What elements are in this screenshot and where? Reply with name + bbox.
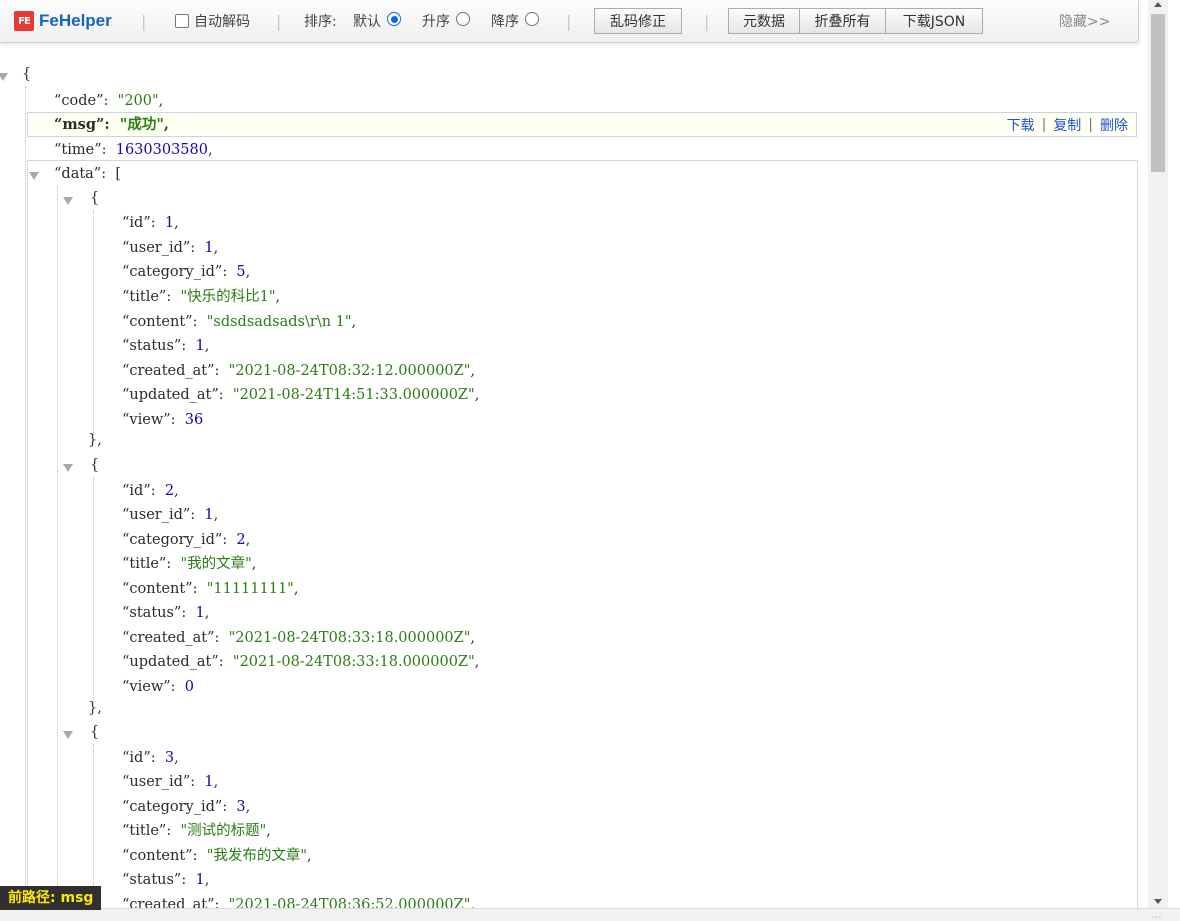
- json-row-status[interactable]: “status”: 1,: [122, 870, 209, 890]
- bottom-bar: ...: [0, 907, 1180, 921]
- toolbar-divider: |: [566, 11, 572, 31]
- json-row-updated-at[interactable]: “updated_at”: "2021-08-24T14:51:33.00000…: [122, 385, 479, 405]
- sort-desc-option[interactable]: 降序: [491, 0, 539, 42]
- fehelper-logo-icon: FE: [14, 11, 34, 31]
- json-row-title[interactable]: “title”: "我的文章",: [122, 554, 256, 574]
- row-copy-link[interactable]: 复制: [1053, 115, 1081, 135]
- scroll-up-arrow-icon[interactable]: [1148, 0, 1168, 10]
- sort-desc-label: 降序: [491, 14, 519, 30]
- sort-desc-radio[interactable]: [525, 12, 539, 26]
- json-row-id[interactable]: “id”: 1,: [122, 213, 179, 233]
- json-row-updated-at[interactable]: “updated_at”: "2021-08-24T08:33:18.00000…: [122, 652, 479, 672]
- json-viewer: 下载 | 复制 | 删除 { “code”: "200", “msg”: "成功…: [0, 0, 1146, 908]
- toolbar-divider: |: [141, 11, 147, 31]
- auto-decode-checkbox[interactable]: [175, 14, 189, 28]
- collapse-item-1-icon[interactable]: [63, 464, 73, 472]
- row-download-link[interactable]: 下载: [1007, 115, 1035, 135]
- json-row-title[interactable]: “title”: "测试的标题",: [122, 821, 271, 841]
- json-row-status[interactable]: “status”: 1,: [122, 603, 209, 623]
- sort-asc-radio[interactable]: [456, 12, 470, 26]
- vertical-scrollbar[interactable]: [1148, 0, 1168, 910]
- fix-encoding-button[interactable]: 乱码修正: [594, 8, 682, 34]
- json-row-user-id[interactable]: “user_id”: 1,: [122, 238, 218, 258]
- collapse-item-0-icon[interactable]: [63, 197, 73, 205]
- view-button-group: 元数据 折叠所有 下载JSON: [728, 8, 983, 34]
- sort-default-radio[interactable]: [387, 12, 401, 26]
- json-row-user-id[interactable]: “user_id”: 1,: [122, 505, 218, 525]
- json-row-created-at[interactable]: “created_at”: "2021-08-24T08:32:12.00000…: [122, 361, 475, 381]
- json-row-msg[interactable]: “msg”: "成功",: [54, 115, 169, 135]
- collapse-all-button[interactable]: 折叠所有: [800, 8, 886, 34]
- json-row-view[interactable]: “view”: 0: [122, 677, 194, 697]
- json-row-data[interactable]: “data”: [: [54, 164, 121, 184]
- sort-asc-label: 升序: [422, 14, 450, 30]
- current-path-value: msg: [60, 890, 94, 906]
- json-row-created-at[interactable]: “created_at”: "2021-08-24T08:33:18.00000…: [122, 628, 475, 648]
- hide-toolbar-link[interactable]: 隐藏>>: [1059, 0, 1110, 42]
- collapse-data-icon[interactable]: [29, 172, 39, 180]
- json-row-code[interactable]: “code”: "200",: [54, 91, 163, 111]
- sort-default-option[interactable]: 默认: [353, 0, 401, 42]
- json-row-view[interactable]: “view”: 36: [122, 410, 203, 430]
- json-row-content[interactable]: “content”: "sdsdsadsads\r\n 1",: [122, 312, 356, 332]
- json-row-content[interactable]: “content”: "我发布的文章",: [122, 846, 312, 866]
- fehelper-logo-text: FeHelper: [39, 11, 112, 30]
- sort-asc-option[interactable]: 升序: [422, 0, 470, 42]
- toolbar-divider: |: [704, 11, 710, 31]
- row-actions: 下载 | 复制 | 删除: [1006, 115, 1128, 135]
- current-path-label: 前路径:: [8, 890, 56, 906]
- json-row-time[interactable]: “time”: 1630303580,: [54, 140, 213, 160]
- json-row-category-id[interactable]: “category_id”: 3,: [122, 797, 250, 817]
- sort-label: 排序:: [304, 14, 337, 30]
- auto-decode-label: 自动解码: [194, 14, 250, 30]
- sort-default-label: 默认: [353, 14, 381, 30]
- selected-row-highlight: 下载 | 复制 | 删除: [27, 112, 1137, 137]
- watermark-text: ...: [1150, 907, 1162, 921]
- metadata-button[interactable]: 元数据: [728, 8, 800, 34]
- auto-decode-toggle[interactable]: 自动解码: [175, 0, 250, 42]
- json-row-title[interactable]: “title”: "快乐的科比1",: [122, 287, 280, 307]
- toolbar-divider: |: [276, 11, 282, 31]
- json-row-user-id[interactable]: “user_id”: 1,: [122, 772, 218, 792]
- json-row-content[interactable]: “content”: "11111111",: [122, 579, 298, 599]
- json-row-category-id[interactable]: “category_id”: 2,: [122, 530, 250, 550]
- download-json-button[interactable]: 下载JSON: [886, 8, 983, 34]
- json-row-id[interactable]: “id”: 2,: [122, 481, 179, 501]
- fehelper-toolbar: FE FeHelper | 自动解码 | 排序: 默认 升序 降序 | 乱码修正…: [0, 0, 1139, 43]
- collapse-item-2-icon[interactable]: [63, 731, 73, 739]
- scrollbar-thumb[interactable]: [1151, 14, 1165, 172]
- json-row-status[interactable]: “status”: 1,: [122, 336, 209, 356]
- json-row-id[interactable]: “id”: 3,: [122, 748, 179, 768]
- fehelper-logo: FE FeHelper: [14, 0, 112, 42]
- root-open-brace: {: [22, 66, 32, 82]
- json-row-category-id[interactable]: “category_id”: 5,: [122, 262, 250, 282]
- collapse-root-icon[interactable]: [0, 73, 8, 81]
- row-delete-link[interactable]: 删除: [1100, 115, 1128, 135]
- current-path-badge: 前路径: msg: [0, 886, 102, 910]
- json-row-created-at[interactable]: “created_at”: "2021-08-24T08:36:52.00000…: [122, 895, 475, 908]
